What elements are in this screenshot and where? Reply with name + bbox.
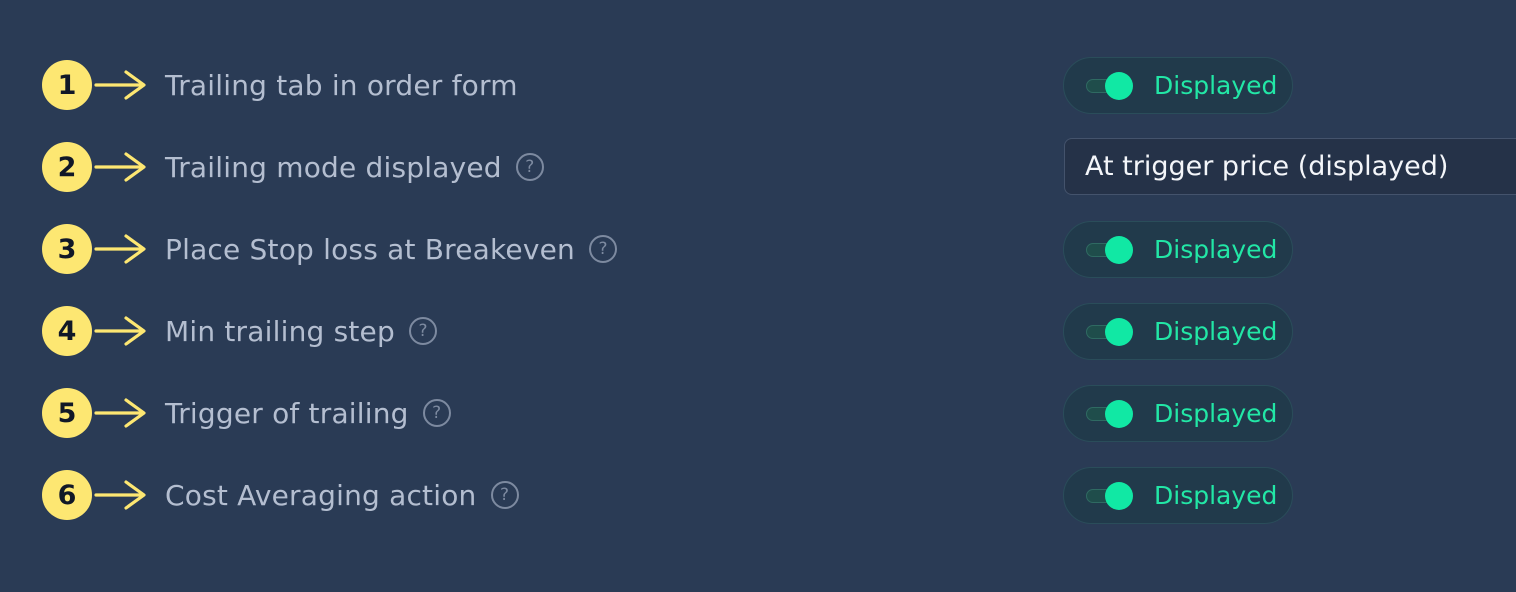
toggle-status-label: Displayed xyxy=(1154,399,1278,428)
toggle-knob xyxy=(1105,317,1133,346)
setting-row-stop-loss-breakeven: 3 Place Stop loss at Breakeven ? Display… xyxy=(0,219,1516,279)
arrow-right-icon xyxy=(94,70,146,100)
toggle-switch[interactable] xyxy=(1086,481,1134,510)
question-circle-icon[interactable]: ? xyxy=(490,481,519,509)
toggle-knob xyxy=(1105,71,1133,100)
number-badge-icon: 5 xyxy=(42,388,92,438)
toggle-switch[interactable] xyxy=(1086,399,1134,428)
toggle-switch[interactable] xyxy=(1086,235,1134,264)
toggle-status-label: Displayed xyxy=(1154,71,1278,100)
trailing-mode-select[interactable]: At trigger price (displayed) xyxy=(1064,138,1516,195)
toggle-status-label: Displayed xyxy=(1154,235,1278,264)
question-circle-icon[interactable]: ? xyxy=(422,399,451,427)
toggle-status-label: Displayed xyxy=(1154,481,1278,510)
trigger-of-trailing-toggle[interactable]: Displayed xyxy=(1063,385,1293,442)
question-circle-icon[interactable]: ? xyxy=(515,153,544,181)
toggle-status-label: Displayed xyxy=(1154,317,1278,346)
number-badge-icon: 4 xyxy=(42,306,92,356)
setting-label: Trailing mode displayed xyxy=(165,150,502,184)
number-badge-icon: 6 xyxy=(42,470,92,520)
setting-row-min-trailing-step: 4 Min trailing step ? Displayed xyxy=(0,301,1516,361)
setting-label-wrap: Trigger of trailing ? xyxy=(165,383,451,443)
setting-label: Trigger of trailing xyxy=(165,396,409,430)
arrow-right-icon xyxy=(94,316,146,346)
setting-label-wrap: Cost Averaging action ? xyxy=(165,465,519,525)
stop-loss-breakeven-toggle[interactable]: Displayed xyxy=(1063,221,1293,278)
select-value: At trigger price (displayed) xyxy=(1085,151,1449,182)
min-trailing-step-toggle[interactable]: Displayed xyxy=(1063,303,1293,360)
toggle-knob xyxy=(1105,399,1133,428)
number-badge-icon: 1 xyxy=(42,60,92,110)
setting-label: Trailing tab in order form xyxy=(165,68,518,102)
setting-label-wrap: Place Stop loss at Breakeven ? xyxy=(165,219,618,279)
toggle-knob xyxy=(1105,481,1133,510)
setting-row-cost-averaging: 6 Cost Averaging action ? Displayed xyxy=(0,465,1516,525)
setting-label-wrap: Trailing tab in order form xyxy=(165,55,518,115)
toggle-knob xyxy=(1105,235,1133,264)
arrow-right-icon xyxy=(94,152,146,182)
setting-label-wrap: Trailing mode displayed ? xyxy=(165,137,544,197)
setting-row-trigger-of-trailing: 5 Trigger of trailing ? Displayed xyxy=(0,383,1516,443)
setting-row-trailing-tab: 1 Trailing tab in order form Displayed xyxy=(0,55,1516,115)
number-badge-icon: 3 xyxy=(42,224,92,274)
setting-label: Min trailing step xyxy=(165,314,395,348)
setting-label: Cost Averaging action xyxy=(165,478,477,512)
question-circle-icon[interactable]: ? xyxy=(589,235,618,263)
number-badge-icon: 2 xyxy=(42,142,92,192)
toggle-switch[interactable] xyxy=(1086,317,1134,346)
toggle-switch[interactable] xyxy=(1086,71,1134,100)
cost-averaging-toggle[interactable]: Displayed xyxy=(1063,467,1293,524)
trailing-tab-toggle[interactable]: Displayed xyxy=(1063,57,1293,114)
question-circle-icon[interactable]: ? xyxy=(408,317,437,345)
arrow-right-icon xyxy=(94,234,146,264)
setting-label-wrap: Min trailing step ? xyxy=(165,301,437,361)
arrow-right-icon xyxy=(94,480,146,510)
setting-row-trailing-mode: 2 Trailing mode displayed ? At trigger p… xyxy=(0,137,1516,197)
arrow-right-icon xyxy=(94,398,146,428)
setting-label: Place Stop loss at Breakeven xyxy=(165,232,576,266)
